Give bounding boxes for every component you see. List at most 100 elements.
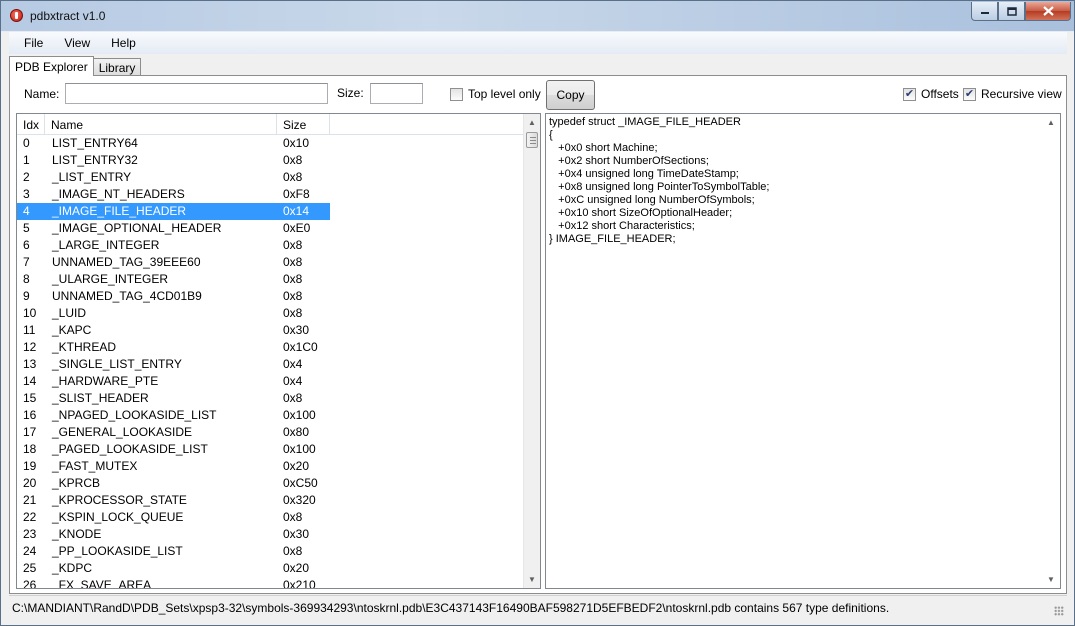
cell-idx: 13 (23, 357, 37, 371)
tab-pdb-explorer[interactable]: PDB Explorer (9, 56, 94, 76)
recursive-view-label[interactable]: Recursive view (981, 87, 1062, 101)
cell-name: _IMAGE_FILE_HEADER (45, 203, 277, 220)
scroll-up-arrow[interactable]: ▲ (1043, 114, 1059, 131)
menu-help[interactable]: Help (98, 36, 144, 50)
table-row[interactable]: 0 LIST_ENTRY64 0x10 (17, 135, 525, 152)
close-icon (1042, 6, 1054, 16)
size-label: Size: (337, 86, 364, 100)
table-row[interactable]: 9 UNNAMED_TAG_4CD01B9 0x8 (17, 288, 525, 305)
cell-name: _KSPIN_LOCK_QUEUE (52, 510, 184, 524)
table-row[interactable]: 14 _HARDWARE_PTE 0x4 (17, 373, 525, 390)
grip-line (530, 143, 536, 144)
table-row[interactable]: 11 _KAPC 0x30 (17, 322, 525, 339)
name-label: Name: (24, 87, 60, 101)
definition-scrollbar[interactable]: ▲ ▼ (1043, 114, 1060, 588)
cell-name: _PP_LOOKASIDE_LIST (52, 544, 183, 558)
table-row[interactable]: 2 _LIST_ENTRY 0x8 (17, 169, 525, 186)
list-scrollbar[interactable]: ▲ ▼ (523, 114, 540, 588)
table-row[interactable]: 20 _KPRCB 0xC50 (17, 475, 525, 492)
table-row[interactable]: 26 _FX_SAVE_AREA 0x210 (17, 577, 525, 589)
table-row[interactable]: 5 _IMAGE_OPTIONAL_HEADER 0xE0 (17, 220, 525, 237)
cell-idx: 26 (23, 578, 37, 589)
scroll-thumb[interactable] (526, 132, 538, 148)
table-row[interactable]: 24 _PP_LOOKASIDE_LIST 0x8 (17, 543, 525, 560)
table-row[interactable]: 4 _IMAGE_FILE_HEADER 0x14 (17, 203, 525, 220)
cell-size: 0x8 (283, 544, 303, 558)
table-row[interactable]: 1 LIST_ENTRY32 0x8 (17, 152, 525, 169)
table-row[interactable]: 21 _KPROCESSOR_STATE 0x320 (17, 492, 525, 509)
cell-size: 0x14 (277, 203, 330, 220)
cell-idx: 10 (23, 306, 37, 320)
table-row[interactable]: 13 _SINGLE_LIST_ENTRY 0x4 (17, 356, 525, 373)
size-input[interactable] (370, 83, 423, 104)
copy-button[interactable]: Copy (546, 80, 595, 110)
name-input[interactable] (65, 83, 328, 104)
table-row[interactable]: 15 _SLIST_HEADER 0x8 (17, 390, 525, 407)
table-row[interactable]: 7 UNNAMED_TAG_39EEE60 0x8 (17, 254, 525, 271)
table-row[interactable]: 3 _IMAGE_NT_HEADERS 0xF8 (17, 186, 525, 203)
column-header-name[interactable]: Name (45, 114, 277, 135)
down-arrow-icon: ▼ (1047, 575, 1055, 584)
title-bar[interactable]: pdbxtract v1.0 (1, 1, 1074, 31)
cell-size: 0xC50 (283, 476, 318, 490)
struct-definition-view[interactable]: typedef struct _IMAGE_FILE_HEADER{ +0x0 … (545, 113, 1061, 589)
type-list[interactable]: Idx Name Size 0 LIST_ENTRY64 0x10 1 LIST_ENT… (16, 113, 541, 589)
scroll-up-arrow[interactable]: ▲ (524, 114, 540, 131)
menu-view[interactable]: View (51, 36, 98, 50)
scroll-down-arrow[interactable]: ▼ (1043, 571, 1059, 588)
cell-size: 0x320 (283, 493, 316, 507)
cell-name: _LARGE_INTEGER (52, 238, 160, 252)
offsets-checkbox[interactable]: ✔ (903, 88, 916, 101)
column-header-idx[interactable]: Idx (17, 114, 45, 135)
scroll-down-arrow[interactable]: ▼ (524, 571, 540, 588)
code-line: +0x10 short SizeOfOptionalHeader; (549, 207, 733, 219)
column-header-size[interactable]: Size (277, 114, 330, 135)
top-level-label[interactable]: Top level only (468, 87, 541, 101)
table-row[interactable]: 8 _ULARGE_INTEGER 0x8 (17, 271, 525, 288)
struct-definition-text[interactable]: typedef struct _IMAGE_FILE_HEADER{ +0x0 … (549, 116, 1039, 246)
recursive-view-checkbox[interactable]: ✔ (963, 88, 976, 101)
cell-idx: 14 (23, 374, 37, 388)
cell-idx: 11 (23, 323, 36, 337)
cell-size: 0x10 (283, 136, 310, 150)
table-row[interactable]: 10 _LUID 0x8 (17, 305, 525, 322)
offsets-label[interactable]: Offsets (921, 87, 959, 101)
close-button[interactable] (1025, 2, 1071, 21)
cell-size: 0x8 (283, 255, 303, 269)
cell-size: 0x8 (283, 289, 303, 303)
table-row[interactable]: 12 _KTHREAD 0x1C0 (17, 339, 525, 356)
code-line: +0x2 short NumberOfSections; (549, 155, 709, 167)
top-level-checkbox[interactable] (450, 88, 463, 101)
cell-size: 0xF8 (283, 187, 310, 201)
tab-library[interactable]: Library (92, 58, 142, 76)
list-header: Idx Name Size (17, 114, 525, 135)
cell-size: 0x20 (283, 561, 310, 575)
maximize-button[interactable] (998, 2, 1025, 21)
cell-name: _KPROCESSOR_STATE (52, 493, 187, 507)
cell-idx: 15 (23, 391, 37, 405)
code-line: +0xC unsigned long NumberOfSymbols; (549, 194, 755, 206)
cell-idx: 6 (23, 238, 30, 252)
table-row[interactable]: 16 _NPAGED_LOOKASIDE_LIST 0x100 (17, 407, 525, 424)
menu-file[interactable]: File (9, 36, 51, 50)
table-row[interactable]: 17 _GENERAL_LOOKASIDE 0x80 (17, 424, 525, 441)
cell-size: 0x8 (283, 391, 303, 405)
minimize-button[interactable] (971, 2, 998, 21)
window-controls (971, 2, 1071, 22)
table-row[interactable]: 25 _KDPC 0x20 (17, 560, 525, 577)
app-icon[interactable] (10, 9, 23, 22)
cell-size: 0x80 (283, 425, 310, 439)
cell-name: _SLIST_HEADER (52, 391, 149, 405)
client-area: PDB Explorer Library Name: Size: Top lev… (9, 54, 1067, 619)
table-row[interactable]: 18 _PAGED_LOOKASIDE_LIST 0x100 (17, 441, 525, 458)
cell-name: _IMAGE_OPTIONAL_HEADER (52, 221, 222, 235)
table-row[interactable]: 23 _KNODE 0x30 (17, 526, 525, 543)
resize-grip-icon[interactable] (1054, 606, 1064, 616)
cell-name: _LIST_ENTRY (52, 170, 132, 184)
table-row[interactable]: 19 _FAST_MUTEX 0x20 (17, 458, 525, 475)
table-row[interactable]: 22 _KSPIN_LOCK_QUEUE 0x8 (17, 509, 525, 526)
cell-size: 0x210 (283, 578, 316, 589)
cell-idx: 2 (23, 170, 30, 184)
table-row[interactable]: 6 _LARGE_INTEGER 0x8 (17, 237, 525, 254)
cell-idx: 23 (23, 527, 37, 541)
